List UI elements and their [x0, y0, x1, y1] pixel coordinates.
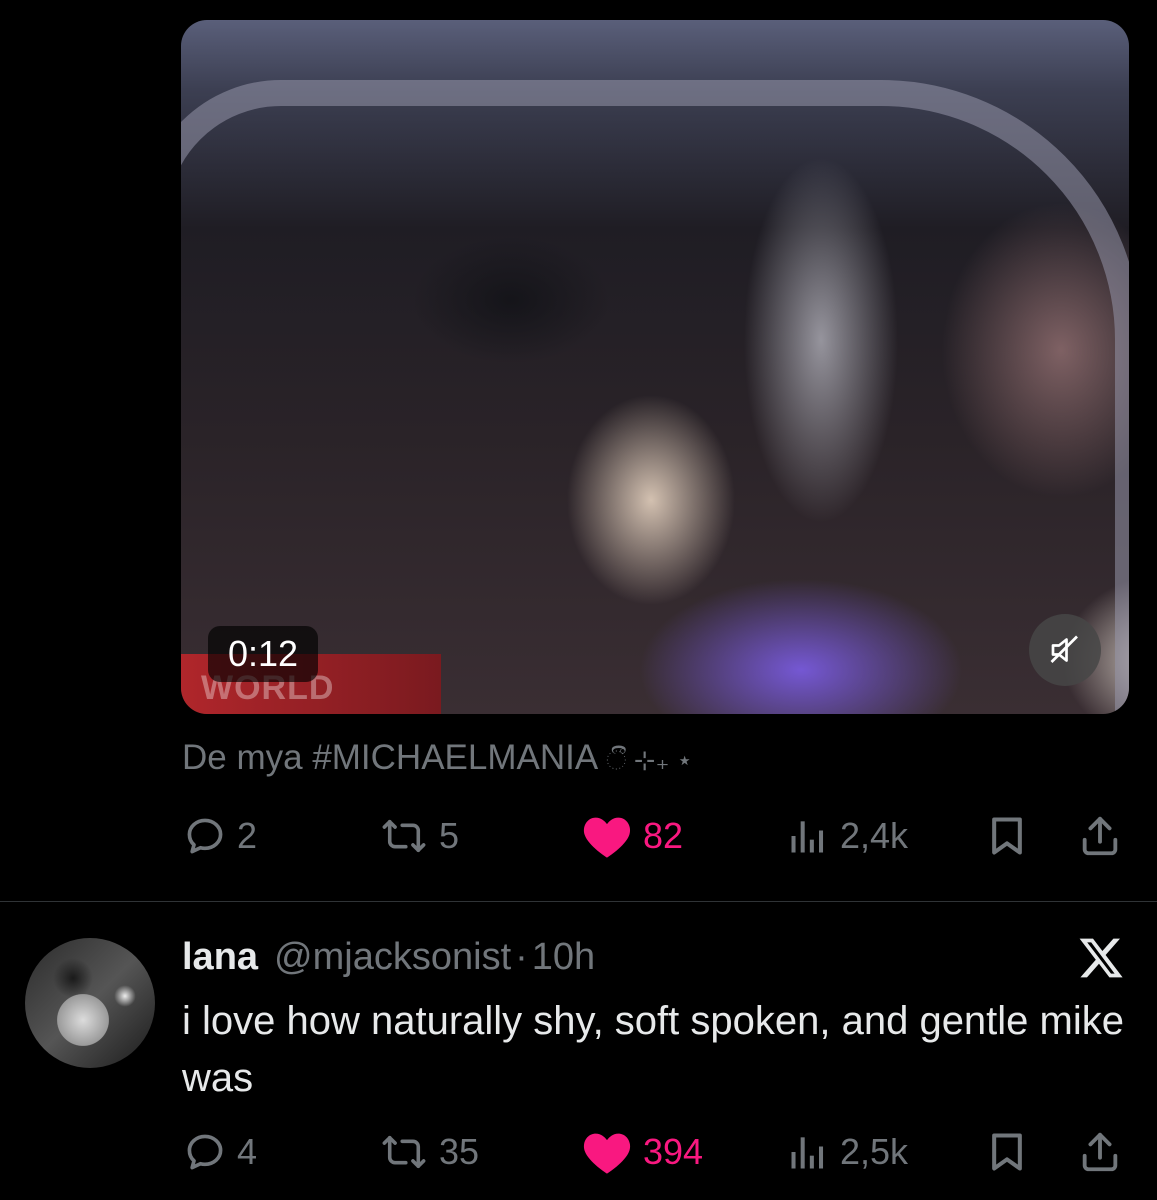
repost-count: 5: [439, 815, 460, 856]
repost-count: 35: [439, 1131, 480, 1172]
tweet-divider: [0, 901, 1157, 902]
reply-button[interactable]: 2: [183, 806, 257, 866]
reply-icon: [187, 818, 223, 854]
separator-dot: ·: [515, 935, 528, 978]
caption-decoration: ී ⊹₊ ⋆: [606, 745, 693, 775]
video-player[interactable]: WORLD: [181, 20, 1129, 714]
speaker-muted-icon: [1050, 635, 1078, 663]
views-button[interactable]: 2,5k: [786, 1122, 908, 1182]
repost-icon: [382, 1135, 426, 1169]
views-icon: [791, 821, 824, 853]
bookmark-button[interactable]: [985, 806, 1029, 866]
reply-count: 4: [237, 1131, 258, 1172]
reply-icon: [187, 1134, 223, 1170]
video-duration-badge: 0:12: [208, 626, 318, 682]
views-icon: [791, 1137, 824, 1169]
repost-icon: [382, 819, 426, 853]
reply-button[interactable]: 4: [183, 1122, 257, 1182]
like-button[interactable]: 82: [581, 806, 683, 866]
tweet-actions-bar: 2 5 82 2,4k: [181, 806, 1141, 866]
x-logo-icon: [1079, 938, 1123, 978]
bookmark-icon: [992, 817, 1022, 855]
share-button[interactable]: [1077, 1122, 1123, 1182]
tweet-header: lana @mjacksonist · 10h: [182, 932, 595, 982]
views-count: 2,5k: [840, 1131, 909, 1172]
mute-button[interactable]: [1029, 614, 1101, 686]
caption-hashtag[interactable]: #MICHAELMANIA: [312, 738, 596, 777]
share-button[interactable]: [1077, 806, 1123, 866]
repost-button[interactable]: 35: [379, 1122, 479, 1182]
reply-count: 2: [237, 815, 258, 856]
views-button[interactable]: 2,4k: [786, 806, 908, 866]
like-count: 394: [643, 1131, 704, 1172]
like-button[interactable]: 394: [581, 1122, 703, 1182]
video-caption: De mya #MICHAELMANIA ී ⊹₊ ⋆: [182, 738, 693, 778]
reply-actions-bar: 4 35 394 2,5k: [181, 1122, 1141, 1182]
share-icon: [1082, 1132, 1118, 1172]
user-handle[interactable]: @mjacksonist: [274, 936, 511, 979]
heart-icon: [583, 1133, 631, 1174]
tweet-text: i love how naturally shy, soft spoken, a…: [182, 999, 1124, 1100]
like-count: 82: [643, 815, 684, 856]
repost-button[interactable]: 5: [379, 806, 459, 866]
display-name[interactable]: lana: [182, 936, 258, 979]
video-frame-car-window: [181, 80, 1129, 714]
caption-text: De mya: [182, 738, 313, 777]
avatar[interactable]: [25, 938, 155, 1068]
bookmark-button[interactable]: [985, 1122, 1029, 1182]
bookmark-icon: [992, 1133, 1022, 1171]
share-icon: [1082, 816, 1118, 856]
heart-icon: [583, 817, 631, 858]
views-count: 2,4k: [840, 815, 909, 856]
tweet-timestamp[interactable]: 10h: [532, 936, 595, 979]
